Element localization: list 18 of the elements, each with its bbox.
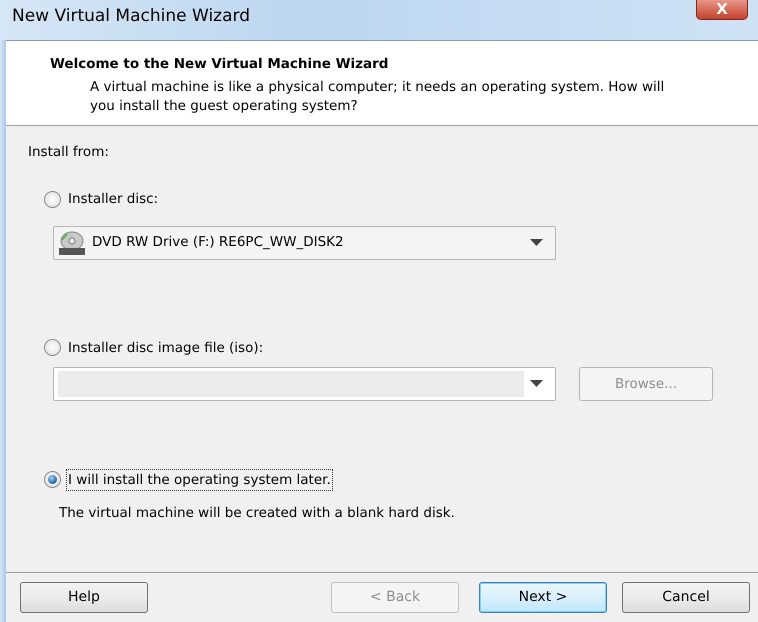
dvd-drive-icon <box>58 230 86 256</box>
radio-button[interactable] <box>44 471 61 488</box>
dropdown-caret-icon[interactable] <box>530 380 543 388</box>
option-description: The virtual machine will be created with a blank hard disk. <box>59 504 456 523</box>
radio-button[interactable] <box>44 190 61 208</box>
wizard-button[interactable]: Help <box>20 582 148 613</box>
dropdown-caret-icon[interactable] <box>530 238 543 246</box>
wizard-button[interactable]: Next > <box>479 582 607 613</box>
window-title: New Virtual Machine Wizard <box>12 5 250 28</box>
radio-label[interactable]: I will install the operating system later. <box>66 468 333 491</box>
header-description: A virtual machine is like a physical computer; it needs an operating system. How will you install the guest operating system? <box>89 78 665 116</box>
radio-button[interactable] <box>44 339 61 356</box>
install-from-label: Install from: <box>28 143 110 162</box>
drive-dropdown[interactable]: DVD RW Drive (F:) RE6PC_WW_DISK2 <box>53 226 556 260</box>
wizard-button[interactable]: Cancel <box>622 582 750 613</box>
header-title: Welcome to the New Virtual Machine Wizard <box>50 55 390 74</box>
radio-label[interactable]: Installer disc image file (iso): <box>66 336 266 359</box>
radio-label[interactable]: Installer disc: <box>66 188 160 210</box>
